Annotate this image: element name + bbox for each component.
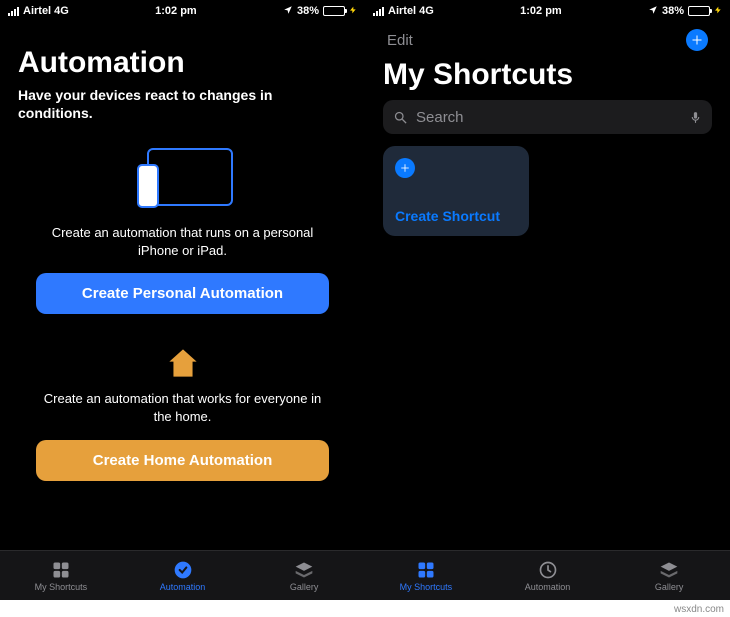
page-title: My Shortcuts: [383, 58, 712, 92]
tab-gallery[interactable]: Gallery: [608, 551, 730, 600]
edit-button[interactable]: Edit: [387, 32, 413, 49]
personal-desc: Create an automation that runs on a pers…: [36, 224, 329, 259]
create-personal-automation-button[interactable]: Create Personal Automation: [36, 273, 329, 314]
battery-pct: 38%: [662, 5, 684, 17]
tab-label: Gallery: [290, 582, 319, 592]
tab-label: My Shortcuts: [400, 582, 453, 592]
screen-my-shortcuts: Airtel 4G 1:02 pm 38% Edit My: [365, 0, 730, 600]
home-icon: [166, 348, 200, 378]
microphone-icon[interactable]: [689, 109, 702, 126]
plus-icon: [691, 34, 703, 46]
signal-icon: [8, 7, 19, 16]
carrier-label: Airtel 4G: [388, 5, 434, 17]
tab-bar: My Shortcuts Automation Gallery: [0, 550, 365, 600]
tab-label: Automation: [160, 582, 206, 592]
clock: 1:02 pm: [155, 5, 197, 17]
tab-automation[interactable]: Automation: [122, 551, 244, 600]
signal-icon: [373, 7, 384, 16]
tab-label: Gallery: [655, 582, 684, 592]
create-shortcut-card[interactable]: Create Shortcut: [383, 146, 529, 236]
carrier-label: Airtel 4G: [23, 5, 69, 17]
devices-icon: [133, 148, 233, 212]
tab-gallery[interactable]: Gallery: [243, 551, 365, 600]
tab-my-shortcuts[interactable]: My Shortcuts: [0, 551, 122, 600]
tab-automation[interactable]: Automation: [487, 551, 609, 600]
charging-icon: [714, 5, 722, 18]
location-icon: [648, 5, 658, 18]
home-automation-section: Create an automation that works for ever…: [18, 348, 347, 480]
tab-label: My Shortcuts: [35, 582, 88, 592]
search-input[interactable]: [383, 100, 712, 134]
add-shortcut-button[interactable]: [686, 29, 708, 51]
card-label: Create Shortcut: [395, 208, 517, 224]
search-icon: [393, 110, 408, 125]
screen-automation: Airtel 4G 1:02 pm 38% Automation Have yo…: [0, 0, 365, 600]
status-bar: Airtel 4G 1:02 pm 38%: [365, 0, 730, 20]
page-title: Automation: [18, 46, 347, 80]
battery-icon: [323, 6, 345, 16]
home-desc: Create an automation that works for ever…: [36, 390, 329, 425]
clock: 1:02 pm: [520, 5, 562, 17]
watermark: wsxdn.com: [674, 604, 724, 615]
tab-label: Automation: [525, 582, 571, 592]
battery-pct: 38%: [297, 5, 319, 17]
create-home-automation-button[interactable]: Create Home Automation: [36, 440, 329, 481]
battery-icon: [688, 6, 710, 16]
location-icon: [283, 5, 293, 18]
charging-icon: [349, 5, 357, 18]
page-subtitle: Have your devices react to changes in co…: [18, 86, 347, 122]
search-field[interactable]: [416, 109, 681, 126]
tab-bar: My Shortcuts Automation Gallery: [365, 550, 730, 600]
tab-my-shortcuts[interactable]: My Shortcuts: [365, 551, 487, 600]
status-bar: Airtel 4G 1:02 pm 38%: [0, 0, 365, 20]
personal-automation-section: Create an automation that runs on a pers…: [18, 148, 347, 314]
plus-icon: [395, 158, 415, 178]
